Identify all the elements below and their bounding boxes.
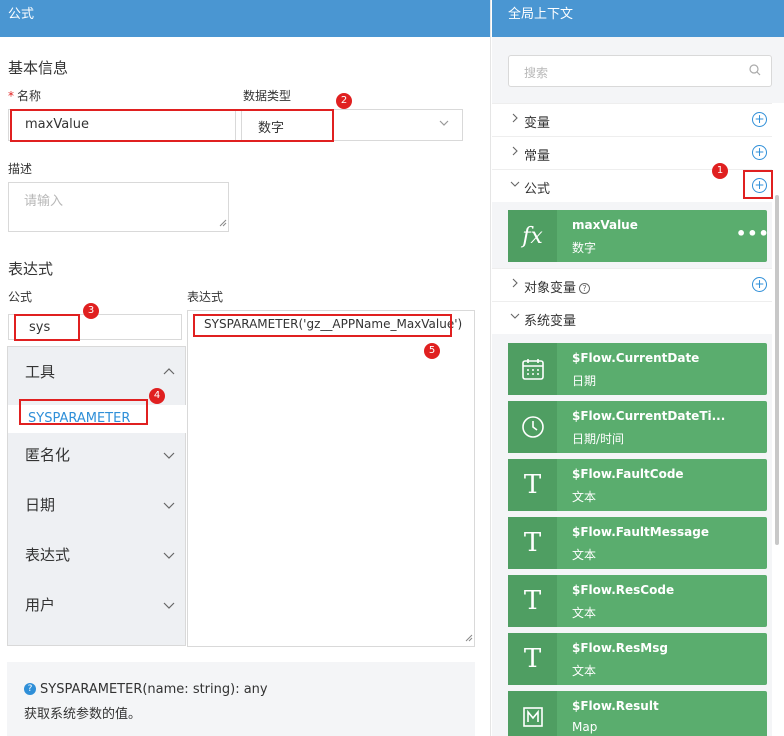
- text-icon: T: [508, 517, 557, 569]
- add-variable-icon[interactable]: +: [752, 112, 767, 127]
- question-icon: ?: [579, 283, 591, 294]
- formula-column-label: 公式: [8, 290, 33, 304]
- text-icon: T: [508, 575, 557, 627]
- annotation-badge-4: 4: [149, 388, 165, 404]
- resize-handle-icon[interactable]: [219, 216, 227, 231]
- datatype-label: 数据类型: [243, 89, 292, 103]
- name-input[interactable]: maxValue: [8, 109, 236, 141]
- chevron-down-icon: [510, 310, 520, 324]
- global-context-panel: 全局上下文 搜索 变量 + 常量 + 公式 + fx maxValue 数字 •…: [492, 0, 784, 736]
- chevron-right-icon: [510, 277, 520, 291]
- search-icon: [749, 64, 761, 76]
- expression-column-label: 表达式: [187, 290, 224, 304]
- context-search-input[interactable]: 搜索: [508, 55, 772, 87]
- description-textarea[interactable]: 请输入: [8, 182, 229, 232]
- text-icon: T: [508, 459, 557, 511]
- text-icon: T: [508, 633, 557, 685]
- help-signature: SYSPARAMETER(name: string): any: [40, 682, 268, 697]
- context-scrollbar[interactable]: [775, 195, 779, 545]
- more-options-icon[interactable]: •••: [736, 224, 770, 243]
- system-card-faultmessage[interactable]: T $Flow.FaultMessage 文本: [508, 517, 767, 569]
- chevron-down-icon: [162, 430, 176, 480]
- group-object-variables[interactable]: 对象变量? +: [492, 268, 772, 301]
- add-object-variable-icon[interactable]: +: [752, 277, 767, 292]
- fx-icon: fx: [508, 210, 557, 262]
- expression-section-title: 表达式: [8, 260, 54, 278]
- system-card-faultcode[interactable]: T $Flow.FaultCode 文本: [508, 459, 767, 511]
- system-card-currentdatetime[interactable]: $Flow.CurrentDateTi... 日期/时间: [508, 401, 767, 453]
- name-label: * 名称: [8, 89, 42, 103]
- annotation-badge-2: 2: [336, 93, 352, 109]
- help-description: 获取系统参数的值。: [24, 707, 142, 722]
- help-icon: ?: [24, 683, 36, 695]
- basic-info-title: 基本信息: [8, 59, 69, 77]
- category-expression[interactable]: 表达式: [8, 530, 186, 580]
- annotation-badge-1: 1: [712, 163, 728, 179]
- add-formula-icon[interactable]: +: [752, 178, 767, 193]
- group-variables[interactable]: 变量 +: [492, 103, 772, 136]
- annotation-badge-3: 3: [83, 303, 99, 319]
- description-label: 描述: [8, 162, 33, 176]
- chevron-down-icon: [162, 580, 176, 630]
- chevron-right-icon: [510, 145, 520, 159]
- system-card-rescode[interactable]: T $Flow.ResCode 文本: [508, 575, 767, 627]
- system-card-currentdate[interactable]: $Flow.CurrentDate 日期: [508, 343, 767, 395]
- function-help-box: ? SYSPARAMETER(name: string): any 获取系统参数…: [7, 662, 475, 736]
- system-card-resmsg[interactable]: T $Flow.ResMsg 文本: [508, 633, 767, 685]
- group-constants[interactable]: 常量 +: [492, 136, 772, 169]
- group-system-variables[interactable]: 系统变量: [492, 301, 772, 334]
- chevron-down-icon: [510, 178, 520, 192]
- datatype-select[interactable]: 数字: [241, 109, 463, 141]
- system-card-result[interactable]: $Flow.Result Map: [508, 691, 767, 736]
- clock-icon: [508, 401, 557, 453]
- formula-card-maxvalue[interactable]: fx maxValue 数字 •••: [508, 210, 770, 262]
- panel-header: 公式: [0, 0, 490, 37]
- panel-title: 公式: [8, 7, 35, 22]
- context-header: 全局上下文: [492, 0, 784, 37]
- expression-editor[interactable]: SYSPARAMETER('gz__APPName_MaxValue'): [187, 310, 475, 647]
- category-anonymize[interactable]: 匿名化: [8, 430, 186, 480]
- chevron-up-icon: [162, 347, 176, 397]
- calendar-icon: [508, 343, 557, 395]
- expression-text: SYSPARAMETER('gz__APPName_MaxValue'): [204, 317, 463, 331]
- function-item-sysparameter[interactable]: SYSPARAMETER: [8, 405, 186, 433]
- category-user[interactable]: 用户: [8, 580, 186, 630]
- resize-handle-icon[interactable]: [465, 631, 473, 646]
- group-formulas[interactable]: 公式 +: [492, 169, 772, 202]
- chevron-right-icon: [510, 112, 520, 126]
- chevron-down-icon: [438, 117, 450, 133]
- map-icon: [508, 691, 557, 736]
- formula-editor-panel: 公式 基本信息 * 名称 数据类型 maxValue 数字 描述 请输入 表达式 …: [0, 0, 491, 736]
- chevron-down-icon: [162, 530, 176, 580]
- add-constant-icon[interactable]: +: [752, 145, 767, 160]
- chevron-down-icon: [162, 480, 176, 530]
- context-title: 全局上下文: [508, 7, 574, 22]
- annotation-badge-5: 5: [424, 343, 440, 359]
- category-date[interactable]: 日期: [8, 480, 186, 530]
